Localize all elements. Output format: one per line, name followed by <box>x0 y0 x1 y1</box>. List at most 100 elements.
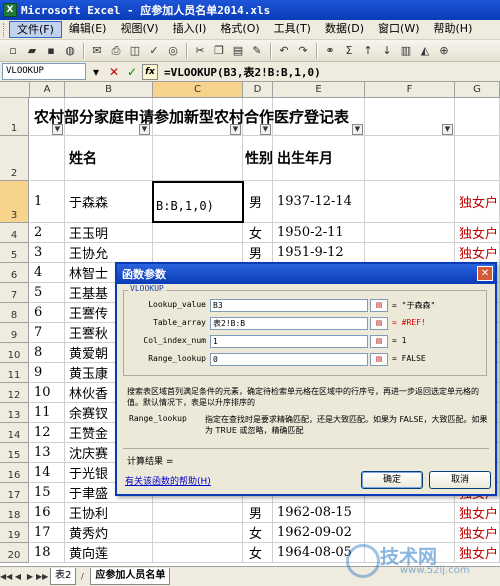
menu-window[interactable]: 窗口(W) <box>371 21 426 38</box>
cell-f[interactable] <box>365 181 455 223</box>
sort-asc-icon[interactable]: ↑ <box>359 42 377 59</box>
range-lookup-input[interactable]: 0 <box>210 353 368 366</box>
hyperlink-icon[interactable]: ⚭ <box>321 42 339 59</box>
row-header[interactable]: 15 <box>0 443 29 463</box>
cell-f[interactable] <box>365 223 455 243</box>
cell-name[interactable]: 黄向莲 <box>65 543 153 563</box>
cell-name[interactable]: 王协允 <box>65 243 153 263</box>
enter-icon[interactable]: ✓ <box>124 64 140 80</box>
cell-number[interactable] <box>30 136 65 181</box>
last-sheet-icon[interactable]: ▶▶ <box>36 572 48 581</box>
col-index-num-input[interactable]: 1 <box>210 335 368 348</box>
cell-number[interactable]: 18 <box>30 543 65 563</box>
header-name[interactable]: 姓名 <box>65 136 153 181</box>
cell-note[interactable]: 独女户 <box>455 181 500 223</box>
cell-note[interactable] <box>455 136 500 181</box>
cell-c[interactable] <box>153 243 243 263</box>
name-box[interactable]: VLOOKUP <box>2 63 86 80</box>
collapse-dialog-icon[interactable]: ▤ <box>370 317 388 330</box>
name-box-dropdown-icon[interactable]: ▾ <box>88 64 104 80</box>
filter-dropdown-icon[interactable]: ▼ <box>139 124 150 135</box>
close-icon[interactable]: ✕ <box>477 266 493 281</box>
row-header[interactable]: 17 <box>0 483 29 503</box>
cell-f[interactable] <box>365 136 455 181</box>
cell-c[interactable] <box>153 223 243 243</box>
formula-input[interactable]: =VLOOKUP(B3,表2!B:B,1,0) <box>164 64 321 80</box>
cell-name[interactable]: 王玉明 <box>65 223 153 243</box>
menu-file[interactable]: 文件(F) <box>9 21 62 38</box>
row-header[interactable]: 11 <box>0 363 29 383</box>
cut-icon[interactable]: ✂ <box>191 42 209 59</box>
prev-sheet-icon[interactable]: ◀ <box>12 572 24 581</box>
format-painter-icon[interactable]: ✎ <box>248 42 266 59</box>
function-help-link[interactable]: 有关该函数的帮助(H) <box>125 474 211 487</box>
filter-dropdown-icon[interactable]: ▼ <box>260 124 271 135</box>
cell-f[interactable] <box>365 243 455 263</box>
cancel-button[interactable]: 取消 <box>429 471 491 489</box>
cell-note[interactable]: 独女户 <box>455 503 500 523</box>
row-header[interactable]: 9 <box>0 323 29 343</box>
cell-number[interactable]: 2 <box>30 223 65 243</box>
cell-gender[interactable]: 女 <box>243 223 273 243</box>
cancel-icon[interactable]: ✕ <box>106 64 122 80</box>
cell-birth[interactable]: 1962-08-15 <box>273 503 365 523</box>
collapse-dialog-icon[interactable]: ▤ <box>370 353 388 366</box>
filter-dropdown-icon[interactable]: ▼ <box>442 124 453 135</box>
row-header[interactable]: 10 <box>0 343 29 363</box>
row-header[interactable]: 7 <box>0 283 29 303</box>
redo-icon[interactable]: ↷ <box>294 42 312 59</box>
column-header[interactable]: A <box>30 82 65 98</box>
cell-number[interactable]: 10 <box>30 383 65 403</box>
cell-number[interactable]: 17 <box>30 523 65 543</box>
filter-dropdown-icon[interactable]: ▼ <box>352 124 363 135</box>
cell-note[interactable]: 独女户 <box>455 243 500 263</box>
column-header[interactable]: F <box>365 82 455 98</box>
print-icon[interactable]: ⎙ <box>107 42 125 59</box>
menu-edit[interactable]: 编辑(E) <box>62 21 114 38</box>
cell-number[interactable]: 12 <box>30 423 65 443</box>
collapse-dialog-icon[interactable]: ▤ <box>370 335 388 348</box>
cell-gender[interactable]: 男 <box>243 243 273 263</box>
cell-name[interactable]: 黄秀灼 <box>65 523 153 543</box>
row-header[interactable]: 5 <box>0 243 29 263</box>
cell-gender[interactable]: 女 <box>243 523 273 543</box>
cell-name[interactable]: 王协利 <box>65 503 153 523</box>
cell-gender[interactable]: 女 <box>243 543 273 563</box>
cell-gender[interactable]: 男 <box>243 503 273 523</box>
cell-c[interactable] <box>153 523 243 543</box>
copy-icon[interactable]: ❐ <box>210 42 228 59</box>
cell-number[interactable]: 13 <box>30 443 65 463</box>
next-sheet-icon[interactable]: ▶ <box>24 572 36 581</box>
cell-c[interactable] <box>153 136 243 181</box>
insert-function-icon[interactable]: fx <box>142 63 158 80</box>
drawing-icon[interactable]: ◭ <box>416 42 434 59</box>
row-header[interactable]: 1 <box>0 98 29 136</box>
row-header[interactable]: 13 <box>0 403 29 423</box>
menu-format[interactable]: 格式(O) <box>213 21 266 38</box>
column-header[interactable]: D <box>243 82 273 98</box>
lookup-value-input[interactable]: B3 <box>210 299 368 312</box>
column-header[interactable]: E <box>273 82 365 98</box>
row-header[interactable]: 2 <box>0 136 29 181</box>
email-icon[interactable]: ✉ <box>88 42 106 59</box>
cell-f[interactable] <box>365 503 455 523</box>
spelling-icon[interactable]: ✓ <box>145 42 163 59</box>
menu-tools[interactable]: 工具(T) <box>267 21 318 38</box>
header-gender[interactable]: 性别 <box>243 136 273 181</box>
sheet-tab-attendees[interactable]: 应参加人员名单 <box>90 568 171 585</box>
column-header[interactable]: G <box>455 82 500 98</box>
active-cell-c3[interactable]: B:B,1,0) <box>152 181 244 223</box>
menu-insert[interactable]: 插入(I) <box>166 21 214 38</box>
cell-note[interactable] <box>455 98 500 136</box>
sheet-tab-table2[interactable]: 表2 <box>50 568 77 585</box>
open-icon[interactable]: ▰ <box>23 42 41 59</box>
paste-icon[interactable]: ▤ <box>229 42 247 59</box>
row-header[interactable]: 14 <box>0 423 29 443</box>
undo-icon[interactable]: ↶ <box>275 42 293 59</box>
row-header[interactable]: 19 <box>0 523 29 543</box>
row-header[interactable]: 12 <box>0 383 29 403</box>
autosum-icon[interactable]: Σ <box>340 42 358 59</box>
row-header[interactable]: 8 <box>0 303 29 323</box>
cell-c[interactable] <box>153 543 243 563</box>
row-header-selected[interactable]: 3 <box>0 181 29 223</box>
